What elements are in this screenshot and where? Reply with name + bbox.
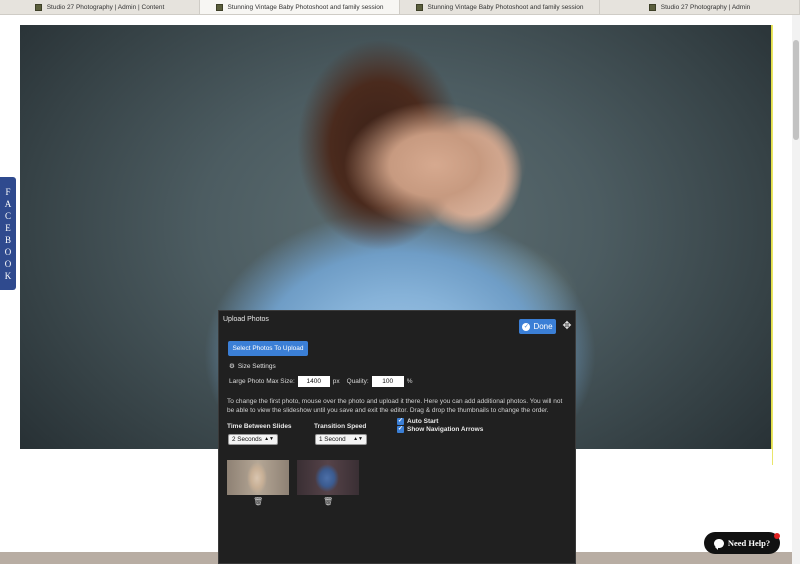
- time-between-label: Time Between Slides: [227, 423, 292, 430]
- notification-dot: [774, 533, 780, 539]
- facebook-letter: A: [4, 198, 12, 209]
- need-help-chat-button[interactable]: Need Help?: [704, 532, 780, 554]
- select-arrow-icon: ▲▼: [353, 436, 363, 442]
- done-label: Done: [533, 322, 553, 331]
- tab-label: Stunning Vintage Baby Photoshoot and fam…: [227, 3, 384, 11]
- size-settings-toggle[interactable]: ⚙ Size Settings: [229, 362, 276, 371]
- checkbox-checked-icon: ✓: [397, 426, 404, 433]
- browser-tab-bar: Studio 27 Photography | Admin | Content …: [0, 0, 800, 15]
- check-circle-icon: ✓: [522, 322, 531, 331]
- facebook-letter: F: [5, 186, 11, 197]
- size-settings-label: Size Settings: [237, 362, 276, 370]
- move-icon[interactable]: ✥: [561, 320, 573, 332]
- photo-thumbnail[interactable]: [297, 460, 359, 495]
- select-arrow-icon: ▲▼: [264, 436, 274, 442]
- tab-label: Studio 27 Photography | Admin: [660, 3, 751, 11]
- trash-icon[interactable]: 🗑: [253, 497, 263, 506]
- facebook-letter: K: [4, 270, 12, 281]
- favicon-icon: [34, 3, 42, 11]
- facebook-letter: B: [4, 234, 11, 245]
- gear-icon: ⚙: [229, 363, 235, 370]
- tab-label: Studio 27 Photography | Admin | Content: [46, 3, 165, 11]
- favicon-icon: [648, 3, 656, 11]
- navigation-arrows-checkbox[interactable]: ✓ Show Navigation Arrows: [397, 426, 483, 433]
- browser-tab[interactable]: Studio 27 Photography | Admin: [600, 0, 800, 14]
- done-button[interactable]: ✓ Done: [519, 319, 556, 334]
- trash-icon[interactable]: 🗑: [323, 497, 333, 506]
- browser-tab[interactable]: Studio 27 Photography | Admin | Content: [0, 0, 200, 14]
- favicon-icon: [415, 3, 423, 11]
- transition-speed-value: 1 Second: [319, 436, 346, 443]
- transition-speed-label: Transition Speed: [314, 423, 367, 430]
- select-photos-button[interactable]: Select Photos To Upload: [228, 341, 308, 356]
- quality-label: Quality:: [346, 378, 369, 385]
- panel-title: Upload Photos: [223, 316, 269, 323]
- auto-start-checkbox[interactable]: ✓ Auto Start: [397, 418, 438, 425]
- max-size-label: Large Photo Max Size:: [229, 378, 295, 385]
- tab-label: Stunning Vintage Baby Photoshoot and fam…: [427, 3, 584, 11]
- scrollbar-thumb[interactable]: [793, 40, 799, 140]
- editor-guide-line: [772, 25, 773, 465]
- quality-input[interactable]: 100: [371, 376, 404, 387]
- favicon-icon: [215, 3, 223, 11]
- facebook-letter: O: [4, 246, 12, 257]
- navigation-arrows-label: Show Navigation Arrows: [407, 426, 484, 433]
- browser-tab[interactable]: Stunning Vintage Baby Photoshoot and fam…: [400, 0, 600, 14]
- upload-photos-panel: Upload Photos ✓ Done ✥ Select Photos To …: [218, 310, 576, 564]
- time-between-select[interactable]: 2 Seconds ▲▼: [228, 434, 278, 445]
- max-size-input[interactable]: 1400: [297, 376, 330, 387]
- browser-tab-active[interactable]: Stunning Vintage Baby Photoshoot and fam…: [200, 0, 400, 14]
- max-size-unit: px: [332, 378, 340, 385]
- size-settings-row: Large Photo Max Size: 1400 px Quality: 1…: [229, 376, 412, 387]
- need-help-label: Need Help?: [727, 538, 771, 548]
- facebook-letter: E: [5, 222, 11, 233]
- auto-start-label: Auto Start: [407, 418, 439, 425]
- facebook-side-tab[interactable]: F A C E B O O K: [0, 177, 16, 290]
- transition-speed-select[interactable]: 1 Second ▲▼: [315, 434, 367, 445]
- checkbox-checked-icon: ✓: [397, 418, 404, 425]
- facebook-letter: O: [4, 258, 12, 269]
- upload-help-text: To change the first photo, mouse over th…: [227, 398, 563, 414]
- facebook-letter: C: [4, 210, 11, 221]
- page-scrollbar[interactable]: [792, 15, 800, 564]
- photo-thumbnail[interactable]: [227, 460, 289, 495]
- quality-unit: %: [406, 378, 413, 385]
- chat-bubble-icon: [713, 538, 724, 550]
- time-between-value: 2 Seconds: [232, 436, 262, 443]
